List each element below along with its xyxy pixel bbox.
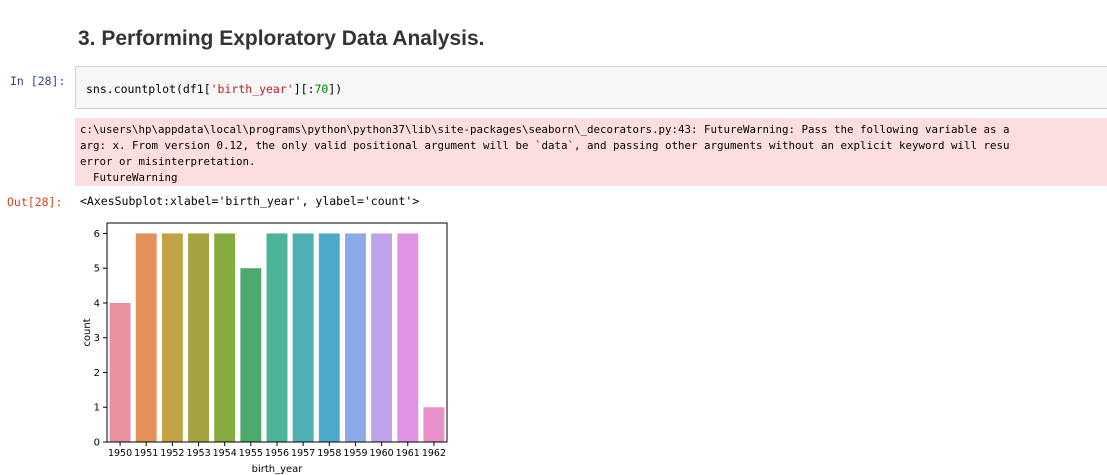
- bar-1960: [371, 233, 393, 442]
- bar-1952: [161, 233, 183, 442]
- x-tick-label-1958: 1958: [317, 448, 341, 459]
- bar-1959: [345, 233, 366, 442]
- y-tick-label-6: 6: [94, 229, 100, 240]
- x-tick-label-1956: 1956: [265, 448, 289, 459]
- y-axis-label: count: [82, 318, 93, 346]
- bar-1956: [266, 233, 288, 442]
- x-tick-label-1955: 1955: [239, 448, 263, 459]
- y-tick-label-5: 5: [94, 264, 100, 275]
- bar-1962: [423, 407, 445, 442]
- bar-1950: [109, 302, 131, 442]
- x-tick-label-1951: 1951: [134, 448, 158, 459]
- x-tick-label-1957: 1957: [291, 448, 315, 459]
- bar-1951: [135, 233, 157, 442]
- y-tick-label-3: 3: [94, 333, 100, 344]
- bar-1958: [318, 233, 340, 442]
- countplot-chart: 01234561950 1951 1952 1953 1954 1955 1956 1957 1…: [82, 222, 448, 475]
- x-axis-label: birth_year: [252, 464, 304, 475]
- x-tick-label-1950: 1950: [108, 448, 132, 459]
- y-tick-label-0: 0: [94, 438, 100, 449]
- x-tick-label-1953: 1953: [186, 448, 210, 459]
- x-tick-label-1960: 1960: [370, 448, 394, 459]
- x-tick-label-1962: 1962: [422, 448, 446, 459]
- bar-1957: [292, 233, 314, 442]
- bar-1953: [188, 233, 209, 442]
- bar-1955: [240, 268, 262, 442]
- x-tick-label-1952: 1952: [160, 448, 184, 459]
- y-tick-label-4: 4: [94, 298, 100, 309]
- y-tick-label-1: 1: [94, 403, 100, 414]
- x-tick-label-1959: 1959: [343, 448, 367, 459]
- bar-1961: [397, 233, 419, 442]
- bar-1954: [214, 233, 236, 442]
- x-tick-label-1961: 1961: [396, 448, 420, 459]
- y-tick-label-2: 2: [94, 368, 100, 379]
- x-tick-label-1954: 1954: [213, 448, 237, 459]
